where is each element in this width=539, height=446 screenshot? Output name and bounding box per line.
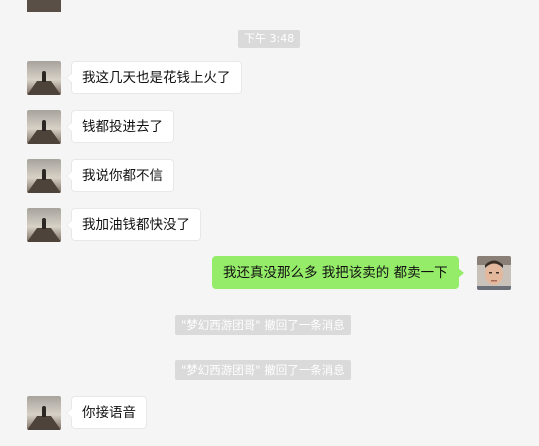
contact-avatar[interactable] [27,208,61,242]
message-bubble-incoming[interactable]: 钱都投进去了 [66,110,174,143]
message-bubble-incoming[interactable]: 我这几天也是花钱上火了 [66,61,242,94]
contact-avatar-partial[interactable] [27,0,61,12]
contact-avatar[interactable] [27,110,61,144]
message-bubble-incoming[interactable]: 你接语音 [66,396,147,429]
message-bubble-incoming[interactable]: 我说你都不信 [66,159,174,192]
recall-notice: "梦幻西游团哥" 撤回了一条消息 [175,360,351,380]
time-divider: 下午 3:48 [238,30,301,48]
message-bubble-incoming[interactable]: 我加油钱都快没了 [66,208,201,241]
contact-avatar[interactable] [27,61,61,95]
chat-message-area[interactable]: 下午 3:48 我这几天也是花钱上火了 钱都投进去了 我说你都不信 我加油钱都快… [0,0,539,446]
message-bubble-outgoing[interactable]: 我还真没那么多 我把该卖的 都卖一下 [212,256,464,289]
my-avatar[interactable] [477,256,511,290]
contact-avatar[interactable] [27,159,61,193]
contact-avatar[interactable] [27,396,61,430]
recall-notice: "梦幻西游团哥" 撤回了一条消息 [175,315,351,335]
